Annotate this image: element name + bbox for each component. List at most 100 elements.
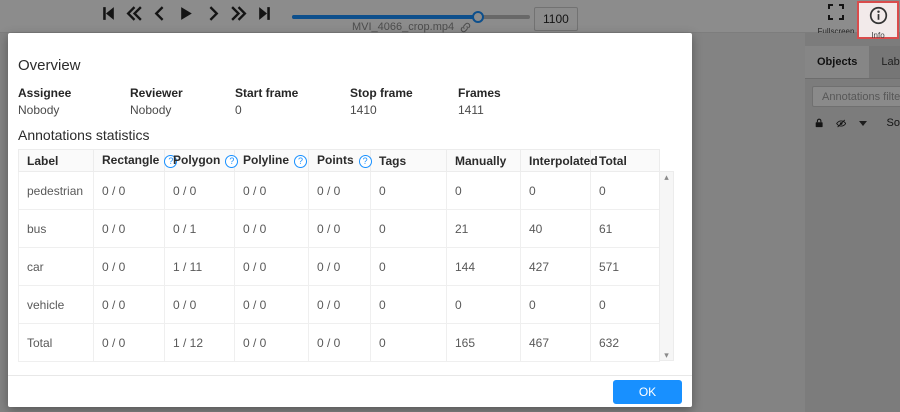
column-header: Rectangle?	[93, 149, 178, 172]
table-cell: 467	[520, 323, 591, 362]
overview-field-value: Nobody	[130, 103, 172, 117]
overview-field-value: 0	[235, 103, 242, 117]
info-button[interactable]: Info	[857, 1, 899, 40]
row-label: Total	[18, 323, 94, 362]
overview-fields: Assignee Nobody Reviewer Nobody Start frame 0…	[18, 86, 676, 117]
overview-field: Assignee Nobody	[18, 86, 130, 117]
help-icon[interactable]: ?	[358, 154, 372, 168]
table-cell: 0 / 0	[93, 323, 165, 362]
table-cell: 0 / 0	[308, 209, 371, 248]
statistics-table-wrap: Label Rectangle? Polygon? Polyline? Points? T…	[18, 149, 674, 362]
overview-field: Frames 1411	[458, 86, 676, 117]
table-cell: 632	[590, 323, 660, 362]
overview-field-value: 1411	[458, 103, 484, 117]
stats-header-row: Label Rectangle? Polygon? Polyline? Points? T…	[18, 149, 660, 172]
table-cell: 0 / 0	[93, 171, 165, 210]
column-header-label: Polygon	[173, 153, 221, 168]
column-header-label: Polyline	[243, 153, 290, 168]
table-cell: 0	[590, 285, 660, 324]
table-scrollbar[interactable]: ▴ ▾	[659, 171, 674, 361]
column-header: Polyline?	[234, 149, 309, 172]
row-label: pedestrian	[18, 171, 94, 210]
table-cell: 0	[446, 285, 521, 324]
table-cell: 0 / 0	[234, 285, 309, 324]
row-label: bus	[18, 209, 94, 248]
table-cell: 0	[370, 209, 447, 248]
table-cell: 427	[520, 247, 591, 286]
column-header: Interpolated	[520, 149, 598, 172]
info-icon	[869, 6, 887, 25]
overview-field-label: Stop frame	[350, 86, 413, 100]
scroll-up-icon[interactable]: ▴	[664, 172, 669, 182]
statistics-title: Annotations statistics	[18, 127, 150, 143]
table-cell: 165	[446, 323, 521, 362]
table-cell: 0 / 0	[234, 171, 309, 210]
table-cell: 0 / 0	[308, 171, 371, 210]
table-cell: 0	[370, 247, 447, 286]
table-cell: 0 / 0	[93, 285, 165, 324]
job-info-modal: Overview Assignee Nobody Reviewer Nobody Sta…	[8, 33, 692, 407]
column-header-label: Manually	[455, 153, 507, 168]
table-cell: 0 / 0	[308, 285, 371, 324]
table-row: vehicle 0 / 00 / 00 / 00 / 00000	[18, 285, 660, 324]
table-cell: 0 / 0	[93, 209, 165, 248]
column-header-label: Label	[27, 153, 59, 168]
column-header: Polygon?	[164, 149, 239, 172]
table-cell: 40	[520, 209, 591, 248]
statistics-table: Label Rectangle? Polygon? Polyline? Points? T…	[18, 149, 660, 362]
table-cell: 0	[520, 171, 591, 210]
table-cell: 0 / 0	[164, 285, 235, 324]
table-cell: 0	[446, 171, 521, 210]
column-header: Total	[590, 149, 660, 172]
table-cell: 0	[370, 323, 447, 362]
column-header: Label	[18, 149, 94, 172]
overview-field: Stop frame 1410	[350, 86, 458, 117]
column-header: Manually	[446, 149, 521, 172]
column-header-label: Total	[599, 153, 627, 168]
overview-field-label: Assignee	[18, 86, 72, 100]
column-header: Points?	[308, 149, 372, 172]
row-label: vehicle	[18, 285, 94, 324]
ok-button[interactable]: OK	[613, 380, 682, 404]
overview-field-label: Frames	[458, 86, 501, 100]
table-row: car 0 / 01 / 11 0 / 00 / 0 0 144 427 571	[18, 247, 660, 286]
column-header-label: Points	[317, 153, 354, 168]
table-cell: 0 / 1	[164, 209, 235, 248]
column-header-label: Interpolated	[529, 153, 598, 168]
help-icon[interactable]: ?	[225, 154, 239, 168]
help-icon[interactable]: ?	[294, 154, 308, 168]
overview-field: Reviewer Nobody	[130, 86, 235, 117]
scroll-down-icon[interactable]: ▾	[664, 350, 669, 360]
table-cell: 571	[590, 247, 660, 286]
column-header-label: Rectangle	[102, 153, 160, 168]
table-row: Total 0 / 01 / 12 0 / 00 / 0 0 165 467 632	[18, 323, 660, 362]
table-cell: 0 / 0	[234, 209, 309, 248]
table-cell: 1 / 12	[164, 323, 235, 362]
column-header: Tags	[370, 149, 447, 172]
table-cell: 21	[446, 209, 521, 248]
table-cell: 0	[370, 171, 447, 210]
modal-footer: OK	[8, 375, 692, 407]
table-cell: 0 / 0	[308, 247, 371, 286]
table-cell: 0 / 0	[234, 247, 309, 286]
table-row: pedestrian 0 / 00 / 00 / 00 / 00000	[18, 171, 660, 210]
table-cell: 0 / 0	[234, 323, 309, 362]
table-cell: 61	[590, 209, 660, 248]
table-cell: 0	[370, 285, 447, 324]
overview-field-label: Reviewer	[130, 86, 183, 100]
table-row: bus 0 / 00 / 10 / 00 / 0 0 21 40 61	[18, 209, 660, 248]
overview-field-value: 1410	[350, 103, 377, 117]
info-label: Info	[871, 31, 885, 40]
table-cell: 0 / 0	[308, 323, 371, 362]
row-label: car	[18, 247, 94, 286]
stats-body: pedestrian 0 / 00 / 00 / 00 / 0 0 0 0 0 bus 0 /…	[18, 171, 660, 362]
table-cell: 0 / 0	[164, 171, 235, 210]
overview-field: Start frame 0	[235, 86, 350, 117]
table-cell: 0 / 0	[93, 247, 165, 286]
overview-field-value: Nobody	[18, 103, 60, 117]
overview-field-label: Start frame	[235, 86, 299, 100]
table-cell: 0	[520, 285, 591, 324]
table-cell: 144	[446, 247, 521, 286]
column-header-label: Tags	[379, 153, 407, 168]
table-cell: 1 / 11	[164, 247, 235, 286]
